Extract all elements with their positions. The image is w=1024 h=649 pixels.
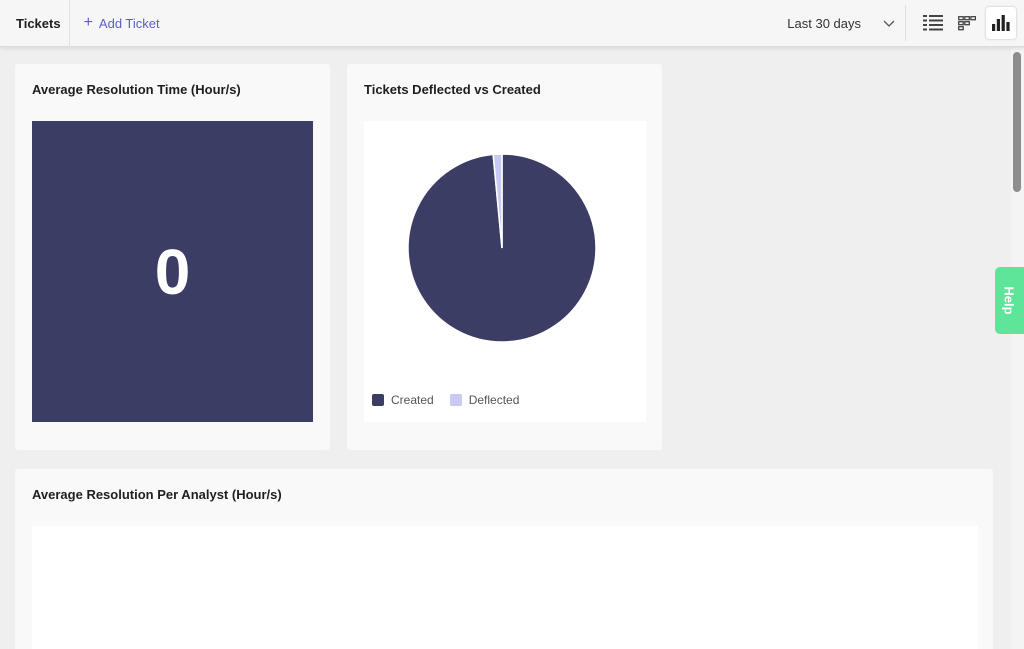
per-analyst-card: Average Resolution Per Analyst (Hour/s) [15, 469, 993, 649]
avg-resolution-time-title: Average Resolution Time (Hour/s) [32, 82, 241, 97]
legend-item-deflected[interactable]: Deflected [449, 393, 520, 407]
pie-legend: Created Deflected [372, 393, 519, 407]
view-toggle [905, 5, 1016, 41]
bar-chart-icon [992, 15, 1010, 31]
per-analyst-chart-area [32, 526, 978, 649]
list-icon [923, 15, 943, 31]
chart-view-button[interactable] [986, 7, 1016, 39]
date-range-label: Last 30 days [787, 15, 861, 31]
chevron-down-icon [883, 20, 895, 27]
page-title: Tickets [0, 0, 70, 47]
legend-item-created[interactable]: Created [372, 393, 434, 407]
pie-chart-area: Created Deflected [364, 121, 646, 422]
per-analyst-title: Average Resolution Per Analyst (Hour/s) [32, 487, 282, 502]
pie-chart [407, 153, 597, 343]
avg-resolution-metric-box: 0 [32, 121, 313, 422]
avg-resolution-time-card: Average Resolution Time (Hour/s) 0 [15, 64, 330, 450]
add-ticket-label: Add Ticket [98, 15, 160, 31]
help-tab[interactable]: Help [995, 267, 1024, 334]
list-view-button[interactable] [918, 7, 948, 39]
legend-swatch-created [372, 394, 384, 406]
add-ticket-button[interactable]: + Add Ticket [84, 15, 160, 31]
legend-label-deflected: Deflected [468, 393, 520, 407]
date-range-dropdown[interactable]: Last 30 days [787, 16, 895, 31]
deflected-vs-created-card: Tickets Deflected vs Created Created Def… [347, 64, 662, 450]
scrollbar-thumb[interactable] [1013, 52, 1021, 192]
legend-label-created: Created [391, 393, 434, 407]
help-label: Help [1001, 286, 1017, 315]
scrollbar[interactable] [1011, 48, 1024, 649]
board-icon [958, 15, 976, 30]
legend-swatch-deflected [449, 394, 462, 406]
avg-resolution-value: 0 [154, 235, 191, 308]
board-view-button[interactable] [952, 7, 982, 39]
top-bar: Tickets + Add Ticket Last 30 days [0, 0, 1024, 47]
plus-icon: + [83, 14, 93, 31]
deflected-vs-created-title: Tickets Deflected vs Created [364, 82, 541, 97]
